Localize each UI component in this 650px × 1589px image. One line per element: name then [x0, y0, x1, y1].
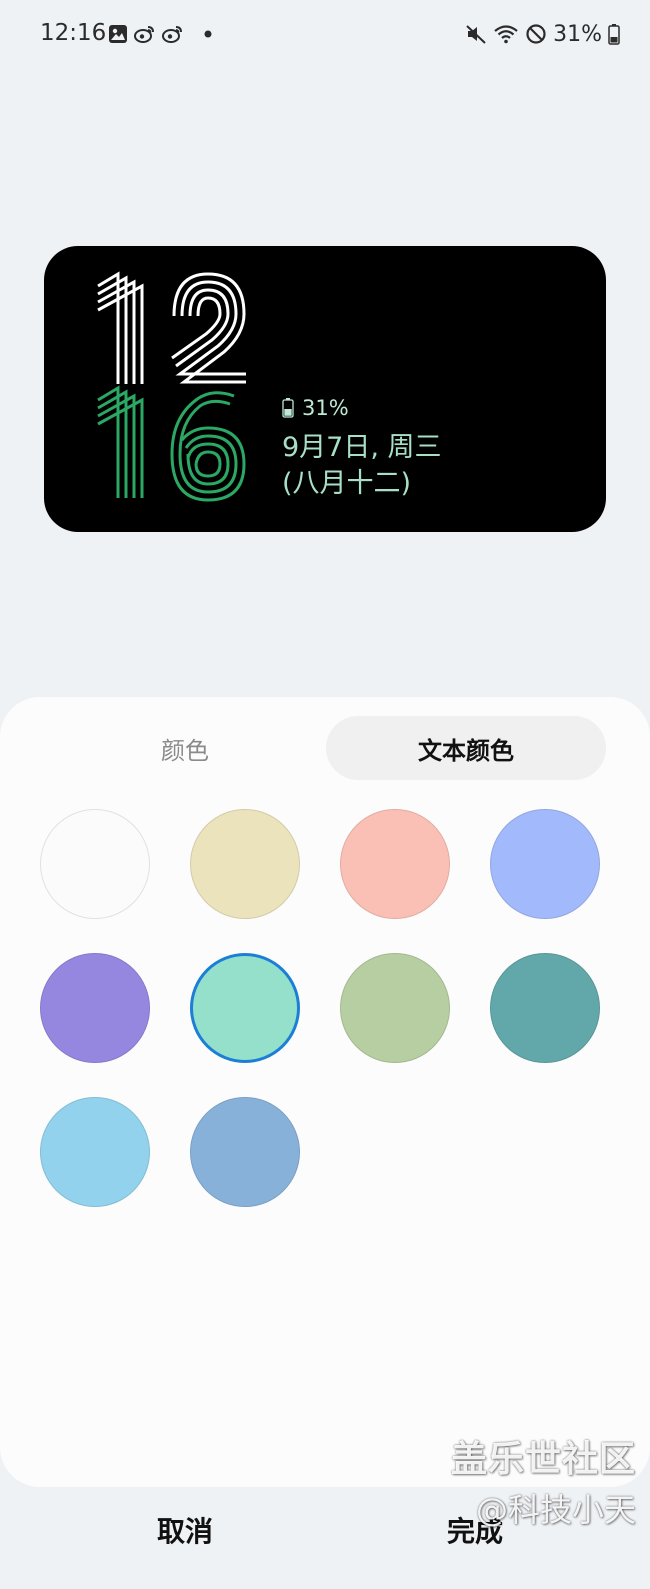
do-not-disturb-icon — [525, 23, 547, 45]
tab-bar: 颜色 文本颜色 — [45, 716, 608, 780]
cancel-button[interactable]: 取消 — [110, 1500, 260, 1560]
minute-digit-1 — [97, 385, 144, 498]
hour-digit-2 — [171, 272, 246, 384]
color-picker-sheet: 颜色 文本颜色 — [0, 697, 650, 1487]
weibo-icon — [134, 24, 156, 44]
preview-battery: 31% — [282, 396, 442, 420]
status-notification-icons — [108, 20, 212, 48]
clock-preview: 31% 9月7日, 周三 (八月十二) — [44, 246, 606, 532]
dot-icon — [204, 30, 212, 38]
status-bar: 12:16 31% — [0, 0, 650, 70]
done-button[interactable]: 完成 — [400, 1500, 550, 1560]
status-system-icons: 31% — [465, 20, 620, 48]
color-swatch-mint[interactable] — [190, 953, 300, 1063]
color-swatch-steel-blue[interactable] — [190, 1097, 300, 1207]
preview-info: 31% 9月7日, 周三 (八月十二) — [282, 396, 442, 502]
clock-digits — [94, 268, 254, 508]
color-swatch-salmon[interactable] — [340, 809, 450, 919]
tab-color[interactable]: 颜色 — [45, 716, 325, 780]
color-swatch-sage[interactable] — [340, 953, 450, 1063]
color-swatch-beige[interactable] — [190, 809, 300, 919]
gallery-icon — [108, 24, 128, 44]
weibo-icon — [162, 24, 184, 44]
color-swatch-sky-blue[interactable] — [40, 1097, 150, 1207]
preview-date: 9月7日, 周三 — [282, 432, 442, 463]
battery-icon — [282, 398, 294, 418]
status-time: 12:16 — [40, 20, 107, 46]
color-swatch-grid — [40, 809, 610, 1209]
preview-battery-text: 31% — [302, 396, 349, 420]
mute-icon — [465, 23, 487, 45]
color-swatch-teal[interactable] — [490, 953, 600, 1063]
status-battery-percent: 31% — [553, 21, 602, 47]
color-swatch-periwinkle[interactable] — [490, 809, 600, 919]
battery-icon — [608, 23, 620, 45]
wifi-icon — [493, 23, 519, 45]
tab-text-color[interactable]: 文本颜色 — [326, 716, 606, 780]
minute-digit-6 — [170, 391, 246, 502]
color-swatch-white[interactable] — [40, 809, 150, 919]
preview-lunar-date: (八月十二) — [282, 468, 412, 499]
color-swatch-purple[interactable] — [40, 953, 150, 1063]
hour-digit-1 — [97, 271, 144, 384]
